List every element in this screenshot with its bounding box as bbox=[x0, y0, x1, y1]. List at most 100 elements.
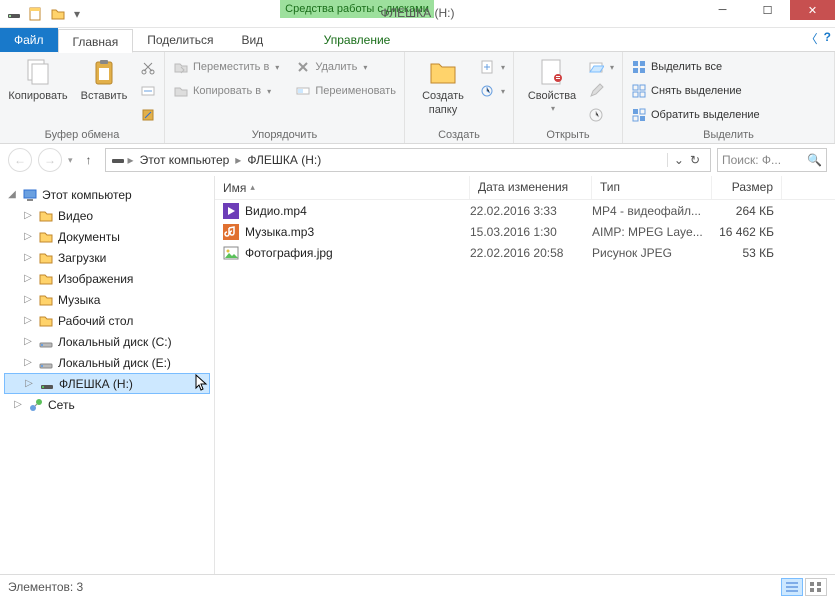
ribbon-tabs: Файл Главная Поделиться Вид Управление 〈… bbox=[0, 28, 835, 52]
tab-file[interactable]: Файл bbox=[0, 28, 58, 52]
breadcrumb-current[interactable]: ФЛЕШКА (H:) bbox=[243, 153, 325, 167]
copy-icon bbox=[22, 56, 54, 88]
qat-newfolder-icon[interactable] bbox=[50, 6, 66, 22]
help-icon[interactable]: ? bbox=[824, 30, 831, 47]
expand-icon[interactable]: ▷ bbox=[22, 231, 34, 242]
invert-selection-button[interactable]: Обратить выделение bbox=[631, 104, 760, 126]
paste-button[interactable]: Вставить bbox=[74, 56, 134, 102]
expand-icon[interactable]: ▷ bbox=[22, 273, 34, 284]
view-icons-button[interactable] bbox=[805, 578, 827, 596]
tree-item[interactable]: ▷Рабочий стол bbox=[4, 310, 210, 331]
tree-root[interactable]: ◢ Этот компьютер bbox=[4, 184, 210, 205]
close-button[interactable]: ✕ bbox=[790, 0, 835, 20]
folder-icon bbox=[38, 313, 54, 329]
file-icon bbox=[223, 224, 239, 240]
tree-item[interactable]: ▷Локальный диск (E:) bbox=[4, 352, 210, 373]
qat-dropdown-icon[interactable]: ▾ bbox=[72, 6, 82, 22]
tree-item[interactable]: ▷ФЛЕШКА (H:) bbox=[4, 373, 210, 394]
new-folder-button[interactable]: Создать папку bbox=[413, 56, 473, 116]
col-header-date[interactable]: Дата изменения bbox=[470, 176, 592, 199]
edit-icon[interactable] bbox=[588, 80, 614, 102]
select-all-button[interactable]: Выделить все bbox=[631, 56, 760, 78]
maximize-button[interactable]: ☐ bbox=[745, 0, 790, 20]
ribbon-group-new: Создать папку ▾ ▾ Создать bbox=[405, 52, 514, 143]
file-row[interactable]: Фотография.jpg22.02.2016 20:58Рисунок JP… bbox=[215, 242, 835, 263]
ribbon-group-label: Открыть bbox=[522, 127, 614, 141]
titlebar: ▾ Средства работы с дисками ФЛЕШКА (H:) … bbox=[0, 0, 835, 28]
open-icon[interactable]: ▾ bbox=[588, 56, 614, 78]
tree-item[interactable]: ▷Изображения bbox=[4, 268, 210, 289]
tree-item[interactable]: ▷ Загрузки bbox=[4, 247, 210, 268]
easy-access-icon[interactable]: ▾ bbox=[479, 80, 505, 102]
breadcrumb-root[interactable]: Этот компьютер bbox=[136, 153, 234, 167]
file-list[interactable]: Имя Дата изменения Тип Размер Видио.mp42… bbox=[215, 176, 835, 574]
minimize-button[interactable]: ─ bbox=[700, 0, 745, 20]
file-icon bbox=[223, 203, 239, 219]
search-input[interactable]: Поиск: Ф... 🔍 bbox=[717, 148, 827, 172]
nav-back-button[interactable]: ← bbox=[8, 148, 32, 172]
address-bar[interactable]: ▸ Этот компьютер ▸ ФЛЕШКА (H:) ⌄ ↻ bbox=[105, 148, 711, 172]
file-icon bbox=[223, 245, 239, 261]
tab-view[interactable]: Вид bbox=[227, 28, 277, 52]
tree-item-label: Музыка bbox=[58, 293, 100, 307]
tree-item[interactable]: ▷ Локальный диск (C:) bbox=[4, 331, 210, 352]
expand-icon[interactable]: ▷ bbox=[22, 357, 34, 368]
expand-icon[interactable]: ▷ bbox=[22, 252, 34, 263]
nav-up-button[interactable]: ↑ bbox=[79, 150, 99, 170]
select-none-button[interactable]: Снять выделение bbox=[631, 80, 760, 102]
delete-button[interactable]: Удалить▾ bbox=[295, 56, 396, 78]
copyto-icon bbox=[173, 83, 189, 99]
expand-icon[interactable]: ▷ bbox=[22, 210, 34, 221]
tree-item-label: Локальный диск (C:) bbox=[58, 335, 172, 349]
file-name: Музыка.mp3 bbox=[245, 225, 314, 239]
history-icon[interactable] bbox=[588, 104, 614, 126]
paste-shortcut-icon[interactable] bbox=[140, 104, 156, 126]
computer-icon bbox=[22, 187, 38, 203]
move-to-button[interactable]: Переместить в▾ bbox=[173, 56, 279, 78]
col-header-name[interactable]: Имя bbox=[215, 176, 470, 199]
tree-item-label: Загрузки bbox=[58, 251, 106, 265]
tab-manage[interactable]: Управление bbox=[280, 28, 434, 52]
ribbon-group-clipboard: Копировать Вставить Буфер обмена bbox=[0, 52, 165, 143]
view-details-button[interactable] bbox=[781, 578, 803, 596]
select-none-icon bbox=[631, 83, 647, 99]
ribbon-collapse-icon[interactable]: 〈 bbox=[806, 30, 818, 47]
tree-item[interactable]: ▷ Документы bbox=[4, 226, 210, 247]
delete-icon bbox=[295, 59, 311, 75]
copy-path-icon[interactable] bbox=[140, 80, 156, 102]
cut-icon[interactable] bbox=[140, 56, 156, 78]
file-row[interactable]: Музыка.mp315.03.2016 1:30AIMP: MPEG Laye… bbox=[215, 221, 835, 242]
col-header-type[interactable]: Тип bbox=[592, 176, 712, 199]
nav-forward-button[interactable]: → bbox=[38, 148, 62, 172]
drive-icon bbox=[38, 334, 54, 350]
file-name: Фотография.jpg bbox=[245, 246, 333, 260]
copy-to-button[interactable]: Копировать в▾ bbox=[173, 80, 279, 102]
nav-dropdown-icon[interactable]: ⌄ bbox=[667, 153, 684, 167]
navbar: ← → ▾ ↑ ▸ Этот компьютер ▸ ФЛЕШКА (H:) ⌄… bbox=[0, 144, 835, 176]
new-item-icon[interactable]: ▾ bbox=[479, 56, 505, 78]
ribbon: Копировать Вставить Буфер обмена Перемес… bbox=[0, 52, 835, 144]
expand-icon[interactable]: ▷ bbox=[22, 315, 34, 326]
properties-button[interactable]: Свойства ▾ bbox=[522, 56, 582, 113]
nav-history-dropdown[interactable]: ▾ bbox=[68, 155, 73, 166]
search-icon: 🔍 bbox=[807, 153, 822, 167]
file-row[interactable]: Видио.mp422.02.2016 3:33MP4 - видеофайл.… bbox=[215, 200, 835, 221]
nav-tree[interactable]: ◢ Этот компьютер ▷Видео▷Документы▷Загруз… bbox=[0, 176, 215, 574]
window-title: ФЛЕШКА (H:) bbox=[381, 6, 455, 20]
rename-button[interactable]: Переименовать bbox=[295, 80, 396, 102]
tree-item-label: Документы bbox=[58, 230, 120, 244]
tab-home[interactable]: Главная bbox=[58, 29, 134, 53]
tree-item[interactable]: ▷ Музыка bbox=[4, 289, 210, 310]
tab-share[interactable]: Поделиться bbox=[133, 28, 227, 52]
moveto-icon bbox=[173, 59, 189, 75]
qat-properties-icon[interactable] bbox=[28, 6, 44, 22]
col-header-size[interactable]: Размер bbox=[712, 176, 782, 199]
expand-icon[interactable]: ▷ bbox=[23, 378, 35, 389]
tree-item[interactable]: ▷Видео bbox=[4, 205, 210, 226]
statusbar: Элементов: 3 bbox=[0, 574, 835, 598]
copy-button[interactable]: Копировать bbox=[8, 56, 68, 102]
expand-icon[interactable]: ▷ bbox=[22, 336, 34, 347]
expand-icon[interactable]: ▷ bbox=[22, 294, 34, 305]
tree-network[interactable]: ▷ Сеть bbox=[4, 394, 210, 415]
refresh-icon[interactable]: ↻ bbox=[684, 153, 706, 167]
